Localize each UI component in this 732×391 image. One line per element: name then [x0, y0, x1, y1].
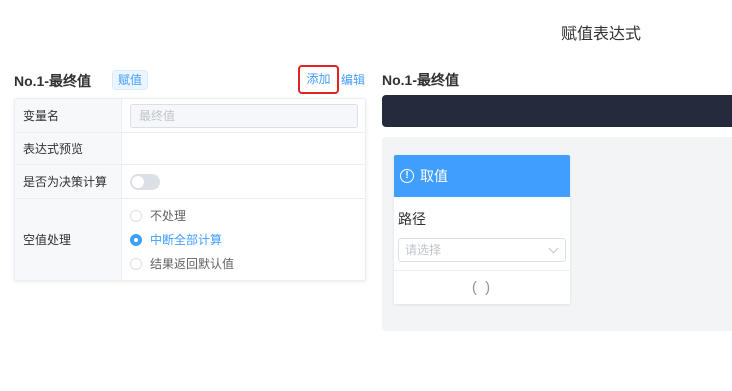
radio-label: 中断全部计算	[150, 233, 223, 247]
node-divider	[394, 270, 570, 271]
expression-bar	[382, 95, 732, 127]
row-variable-name: 变量名 最终值	[15, 99, 365, 133]
radio-abort-all[interactable]: 中断全部计算	[130, 232, 234, 248]
radio-circle-icon	[130, 209, 142, 222]
expression-preview-value	[122, 133, 365, 164]
info-circle-icon: !	[400, 169, 414, 183]
expression-item-title: No.1-最终值	[382, 72, 459, 88]
radio-checked-icon	[130, 233, 142, 246]
value-node-title: 取值	[420, 168, 448, 184]
item-title: No.1-最终值	[14, 73, 91, 89]
row-null-handling: 空值处理 不处理 中断全部计算 结果返回默认值	[15, 199, 365, 280]
add-button[interactable]: 添加	[298, 65, 339, 94]
row-decision-calc: 是否为决策计算	[15, 165, 365, 199]
value-node-header: ! 取值	[394, 155, 570, 197]
assignment-tag: 赋值	[112, 70, 149, 90]
decision-calc-label: 是否为决策计算	[15, 165, 122, 198]
decision-calc-toggle[interactable]	[130, 173, 160, 190]
expression-preview-label: 表达式预览	[15, 133, 122, 164]
variable-name-input[interactable]: 最终值	[130, 103, 358, 128]
radio-label: 结果返回默认值	[150, 257, 235, 271]
path-select[interactable]: 请选择	[398, 238, 566, 262]
radio-return-default[interactable]: 结果返回默认值	[130, 256, 234, 272]
path-label: 路径	[398, 211, 426, 227]
row-expression-preview: 表达式预览	[15, 133, 365, 165]
variable-form: 变量名 最终值 表达式预览 是否为决策计算 空值处理 不处理 中断全部计算 结果…	[14, 98, 366, 281]
path-select-placeholder: 请选择	[405, 243, 442, 257]
parentheses-placeholder[interactable]: ( )	[394, 279, 570, 296]
chevron-down-icon	[548, 243, 559, 254]
null-handling-label: 空值处理	[15, 199, 122, 280]
radio-no-handling[interactable]: 不处理	[130, 208, 234, 224]
null-handling-radio-group: 不处理 中断全部计算 结果返回默认值	[130, 200, 234, 280]
edit-button[interactable]: 编辑	[341, 71, 365, 88]
left-panel-header: No.1-最终值 赋值 添加 编辑	[14, 65, 366, 94]
radio-circle-icon	[130, 257, 142, 270]
variable-name-label: 变量名	[15, 99, 122, 132]
radio-label: 不处理	[150, 209, 187, 223]
value-node[interactable]: ! 取值 路径 请选择 ( )	[394, 155, 570, 304]
page-title: 赋值表达式	[560, 26, 641, 43]
